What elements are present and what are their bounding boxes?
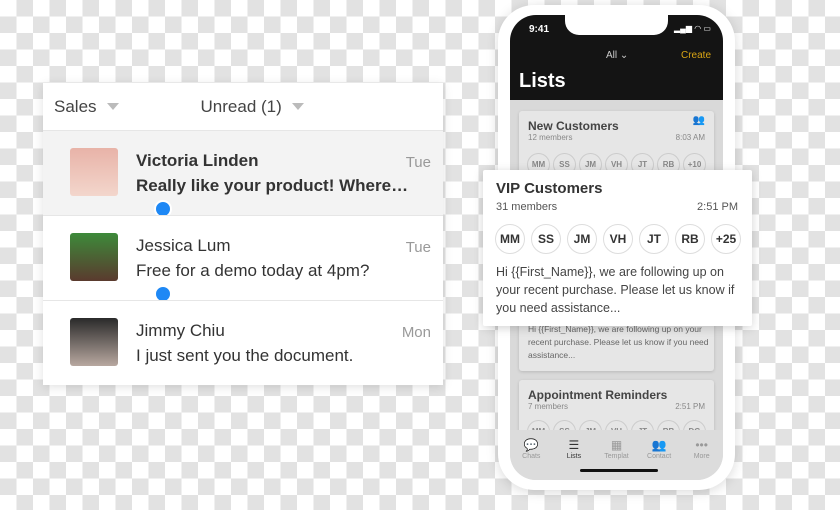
- list-icon: ☰: [568, 438, 580, 452]
- message-day: Mon: [401, 324, 431, 341]
- avatar: [70, 233, 118, 281]
- member-chip: RB: [675, 224, 705, 254]
- message-day: Tue: [405, 154, 431, 171]
- group-icon: 👥: [692, 115, 705, 126]
- conversation-item[interactable]: Jimmy Chiu I just sent you the document.…: [43, 300, 443, 385]
- inbox-dropdown-label: Sales: [54, 96, 97, 116]
- inbox-dropdown[interactable]: Sales: [54, 97, 119, 117]
- notch: [565, 15, 668, 35]
- signal-wifi-battery-icon: ▂▄▆ ◠ ▭: [674, 24, 711, 33]
- list-title: Appointment Reminders: [528, 388, 668, 402]
- list-members: 31 members: [496, 201, 558, 213]
- tab-label: Lists: [566, 453, 582, 460]
- tab-label: Templat: [604, 453, 629, 460]
- filter-dropdown[interactable]: All ⌄: [606, 50, 628, 61]
- member-chip: JT: [639, 224, 669, 254]
- inbox-filters: Sales Unread (1): [43, 83, 443, 130]
- status-time: 9:41: [529, 24, 550, 35]
- tab-label: Chats: [522, 453, 541, 460]
- member-chip: SS: [531, 224, 561, 254]
- list-title: New Customers: [528, 119, 619, 133]
- home-indicator: [580, 469, 658, 472]
- contact-name: Victoria Linden: [136, 151, 259, 170]
- contacts-icon: 👥: [651, 438, 667, 452]
- lists-header: 9:41 ▂▄▆ ◠ ▭ All ⌄ Create Lists: [510, 15, 723, 100]
- conversation-item[interactable]: Victoria Linden Really like your product…: [43, 130, 443, 218]
- chat-icon: 💬: [523, 438, 539, 452]
- tab-label: More: [693, 453, 710, 460]
- member-chip: MM: [495, 224, 525, 254]
- create-button[interactable]: Create: [681, 50, 711, 61]
- list-time: 8:03 AM: [675, 133, 705, 142]
- message-preview: I just sent you the document.: [136, 346, 354, 365]
- contact-name: Jimmy Chiu: [136, 321, 225, 340]
- list-message: Hi {{First_Name}}, we are following up o…: [496, 265, 735, 315]
- member-chip: JM: [567, 224, 597, 254]
- template-icon: ▦: [610, 438, 623, 452]
- list-time: 2:51 PM: [675, 402, 705, 411]
- message-preview: Free for a demo today at 4pm?: [136, 261, 370, 280]
- tab-bar: 💬 Chats ☰ Lists ▦ Templat 👥 Contact ••• More: [510, 430, 723, 480]
- list-time: 2:51 PM: [697, 201, 738, 213]
- list-title: VIP Customers: [496, 180, 603, 197]
- chevron-down-icon: [291, 103, 304, 110]
- list-members: 12 members: [528, 133, 573, 142]
- tab-chats[interactable]: 💬 Chats: [511, 438, 551, 480]
- member-chip: VH: [603, 224, 633, 254]
- status-dropdown[interactable]: Unread (1): [201, 97, 304, 117]
- inbox-panel: Sales Unread (1) Victoria Linden Really …: [43, 83, 443, 385]
- status-dropdown-label: Unread (1): [200, 96, 282, 116]
- message-preview: Really like your product! Where are you …: [136, 176, 411, 195]
- tab-lists[interactable]: ☰ Lists: [554, 438, 594, 480]
- tab-label: Contact: [647, 453, 672, 460]
- conversation-item[interactable]: Jessica Lum Free for a demo today at 4pm…: [43, 215, 443, 303]
- avatar: [70, 318, 118, 366]
- tab-templates[interactable]: ▦ Templat: [596, 438, 636, 480]
- contact-name: Jessica Lum: [136, 236, 231, 255]
- avatar: [70, 148, 118, 196]
- chevron-down-icon: [106, 103, 119, 110]
- page-title: Lists: [519, 70, 566, 92]
- more-icon: •••: [695, 438, 708, 452]
- tab-contacts[interactable]: 👥 Contact: [639, 438, 679, 480]
- vip-list-card[interactable]: VIP Customers 31 members 2:51 PM MM SS JM V…: [483, 170, 752, 326]
- member-chip: +25: [711, 224, 741, 254]
- message-day: Tue: [405, 239, 431, 256]
- list-message: Hi {{First_Name}}, we are following up o…: [528, 324, 709, 360]
- tab-more[interactable]: ••• More: [682, 438, 722, 480]
- list-members: 7 members: [528, 402, 569, 411]
